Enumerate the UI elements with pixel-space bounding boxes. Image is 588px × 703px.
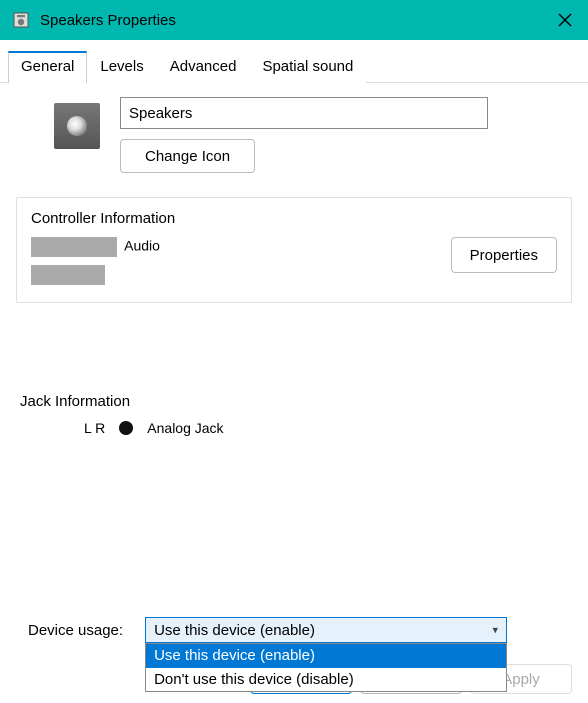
controller-info-title: Controller Information [31,210,557,227]
controller-audio-label: Audio [124,238,160,254]
device-usage-row: Device usage: Use this device (enable) ▾… [28,617,568,643]
device-usage-option-enable[interactable]: Use this device (enable) [146,644,506,668]
jack-info-group: Jack Information L R Analog Jack [16,381,572,450]
device-usage-option-disable[interactable]: Don't use this device (disable) [146,668,506,692]
change-icon-button[interactable]: Change Icon [120,139,255,173]
title-bar: Speakers Properties [0,0,588,40]
tab-general[interactable]: General [8,51,87,83]
tab-spatial-sound[interactable]: Spatial sound [249,51,366,83]
jack-lr-label: L R [84,420,105,436]
jack-color-dot [119,421,133,435]
tab-levels[interactable]: Levels [87,51,156,83]
redacted-text [31,237,117,257]
device-usage-selected-value: Use this device (enable) [154,622,315,639]
device-usage-label: Device usage: [28,622,123,639]
device-usage-dropdown: Use this device (enable) Don't use this … [145,643,507,692]
jack-type-label: Analog Jack [147,420,223,436]
window-title: Speakers Properties [40,12,176,29]
jack-info-title: Jack Information [20,393,568,410]
tab-advanced[interactable]: Advanced [157,51,250,83]
chevron-down-icon: ▾ [493,624,499,637]
controller-name-line: Audio [31,237,160,257]
redacted-text [31,265,105,285]
close-button[interactable] [542,0,588,40]
device-name-input[interactable] [120,97,488,129]
controller-properties-button[interactable]: Properties [451,237,557,273]
controller-info-group: Controller Information Audio Properties [16,197,572,303]
device-usage-select[interactable]: Use this device (enable) ▾ [145,617,507,643]
tab-panel-general: Change Icon Controller Information Audio… [0,83,588,486]
controller-manufacturer-line [31,265,160,288]
app-icon [12,11,30,29]
speaker-icon [54,103,100,149]
tab-bar: General Levels Advanced Spatial sound [0,40,588,83]
